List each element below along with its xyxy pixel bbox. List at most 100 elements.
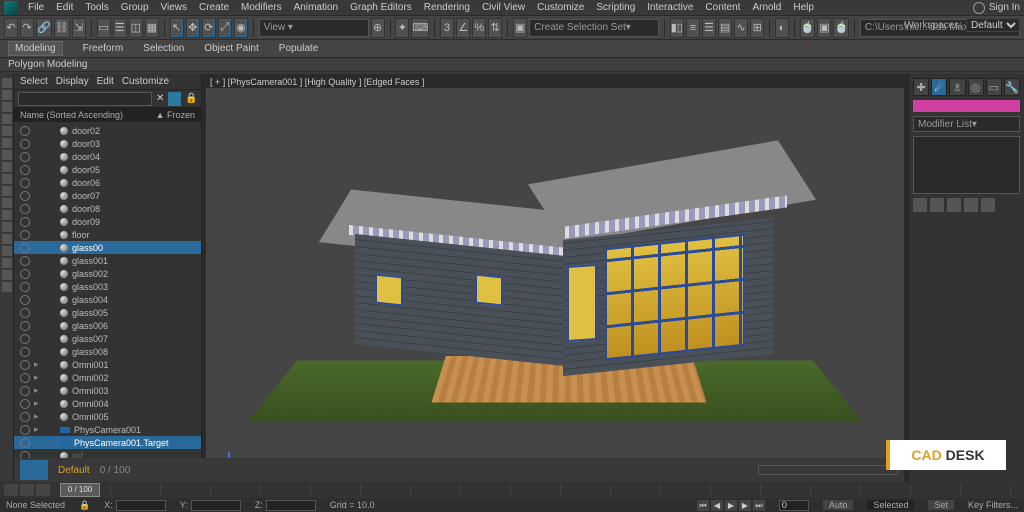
ribbon-tab-freeform[interactable]: Freeform [83, 43, 124, 54]
refcoord-dropdown[interactable]: View ▾ [259, 19, 369, 37]
render-frame-button[interactable]: ▣ [817, 18, 831, 38]
scene-item[interactable]: ▸ Omni002 [14, 371, 201, 384]
mirror-button[interactable]: ▮▯ [670, 18, 684, 38]
visibility-icon[interactable] [20, 191, 30, 201]
visibility-icon[interactable] [20, 217, 30, 227]
current-frame-input[interactable] [779, 500, 809, 511]
timeline-track[interactable]: 0 / 100 [60, 485, 1018, 495]
filter-icon[interactable] [168, 92, 181, 106]
move-button[interactable]: ✥ [186, 18, 200, 38]
workspace-dropdown[interactable]: Default [966, 18, 1020, 32]
stack-pin-icon[interactable] [913, 198, 927, 212]
menu-views[interactable]: Views [155, 2, 194, 13]
schematic-button[interactable]: ⊞ [750, 18, 764, 38]
lt-10[interactable] [2, 186, 12, 196]
lt-2[interactable] [2, 90, 12, 100]
visibility-icon[interactable] [20, 126, 30, 136]
menu-civilview[interactable]: Civil View [476, 2, 531, 13]
menu-content[interactable]: Content [699, 2, 746, 13]
modifier-list-dropdown[interactable]: Modifier List ▾ [913, 116, 1020, 132]
menu-rendering[interactable]: Rendering [418, 2, 476, 13]
scene-item[interactable]: glass003 [14, 280, 201, 293]
named-sel-button[interactable]: ▣ [513, 18, 527, 38]
se-tab-customize[interactable]: Customize [122, 76, 169, 87]
y-input[interactable] [191, 500, 241, 511]
window-crossing-button[interactable]: ▦ [145, 18, 159, 38]
lt-7[interactable] [2, 150, 12, 160]
visibility-icon[interactable] [20, 295, 30, 305]
scene-item[interactable]: ▸ Omni005 [14, 410, 201, 423]
cmd-display-tab[interactable]: ▭ [986, 78, 1002, 96]
unlink-button[interactable]: ⛓ [54, 18, 70, 38]
scene-item[interactable]: door02 [14, 124, 201, 137]
ribbon-panel-label[interactable]: Polygon Modeling [0, 58, 1024, 72]
selected-dropdown[interactable]: Selected [867, 500, 914, 510]
scene-item[interactable]: glass001 [14, 254, 201, 267]
viewport-label[interactable]: [ + ] [PhysCamera001 ] [High Quality ] [… [210, 77, 424, 87]
spinner-snap-button[interactable]: ⇅ [488, 18, 502, 38]
menu-file[interactable]: File [22, 2, 50, 13]
keyfilters-button[interactable]: Key Filters... [968, 500, 1018, 510]
stack-show-icon[interactable] [930, 198, 944, 212]
ribbon-tab-selection[interactable]: Selection [143, 43, 184, 54]
visibility-icon[interactable] [20, 165, 30, 175]
scene-search-input[interactable] [18, 92, 152, 106]
visibility-icon[interactable] [20, 347, 30, 357]
time-slider[interactable]: 0 / 100 [60, 483, 100, 497]
layer-swatch[interactable] [20, 460, 48, 480]
menu-customize[interactable]: Customize [531, 2, 590, 13]
menu-group[interactable]: Group [115, 2, 155, 13]
select-name-button[interactable]: ☰ [113, 18, 127, 38]
lt-9[interactable] [2, 174, 12, 184]
visibility-icon[interactable] [20, 204, 30, 214]
visibility-icon[interactable] [20, 256, 30, 266]
scene-item[interactable]: door07 [14, 189, 201, 202]
percent-snap-button[interactable]: % [472, 18, 486, 38]
lt-1[interactable] [2, 78, 12, 88]
lt-17[interactable] [2, 270, 12, 280]
scene-item[interactable]: door09 [14, 215, 201, 228]
scene-item[interactable]: ▸ Omni003 [14, 384, 201, 397]
render-button[interactable]: 🍵 [833, 18, 849, 38]
scale-button[interactable]: ⤢ [218, 18, 232, 38]
scene-item[interactable]: glass002 [14, 267, 201, 280]
goto-start-button[interactable]: ⏮ [697, 500, 709, 511]
visibility-icon[interactable] [20, 321, 30, 331]
visibility-icon[interactable] [20, 425, 30, 435]
ribbon-tab-objectpaint[interactable]: Object Paint [204, 43, 258, 54]
lt-15[interactable] [2, 246, 12, 256]
lt-6[interactable] [2, 138, 12, 148]
visibility-icon[interactable] [20, 178, 30, 188]
lt-11[interactable] [2, 198, 12, 208]
cmd-motion-tab[interactable]: ◎ [968, 78, 984, 96]
undo-button[interactable]: ↶ [4, 18, 18, 38]
scene-item[interactable]: glass008 [14, 345, 201, 358]
scene-item[interactable]: glass005 [14, 306, 201, 319]
setkey-button[interactable]: Set [928, 500, 954, 510]
ribbon-tab-populate[interactable]: Populate [279, 43, 318, 54]
cmd-modify-tab[interactable]: ☄ [931, 78, 947, 96]
menu-arnold[interactable]: Arnold [746, 2, 787, 13]
goto-end-button[interactable]: ⏭ [753, 500, 765, 511]
visibility-icon[interactable] [20, 399, 30, 409]
menu-scripting[interactable]: Scripting [590, 2, 641, 13]
visibility-icon[interactable] [20, 269, 30, 279]
select-region-button[interactable]: ◫ [129, 18, 143, 38]
scene-item[interactable]: glass007 [14, 332, 201, 345]
render-setup-button[interactable]: 🍵 [800, 18, 816, 38]
visibility-icon[interactable] [20, 282, 30, 292]
se-tab-edit[interactable]: Edit [97, 76, 114, 87]
snap-button[interactable]: 3 [440, 18, 454, 38]
lock-icon[interactable]: 🔒 [185, 93, 197, 105]
pivot-button[interactable]: ⊕ [371, 18, 385, 38]
visibility-icon[interactable] [20, 243, 30, 253]
se-tab-select[interactable]: Select [20, 76, 48, 87]
ribbon-button[interactable]: ▤ [718, 18, 732, 38]
visibility-icon[interactable] [20, 412, 30, 422]
workspace-selector[interactable]: Workspaces: Default [904, 18, 1020, 32]
col-name[interactable]: Name (Sorted Ascending) [20, 110, 123, 120]
visibility-icon[interactable] [20, 152, 30, 162]
rotate-button[interactable]: ⟳ [202, 18, 216, 38]
timeline[interactable]: 0 / 100 [0, 482, 1024, 498]
lt-14[interactable] [2, 234, 12, 244]
